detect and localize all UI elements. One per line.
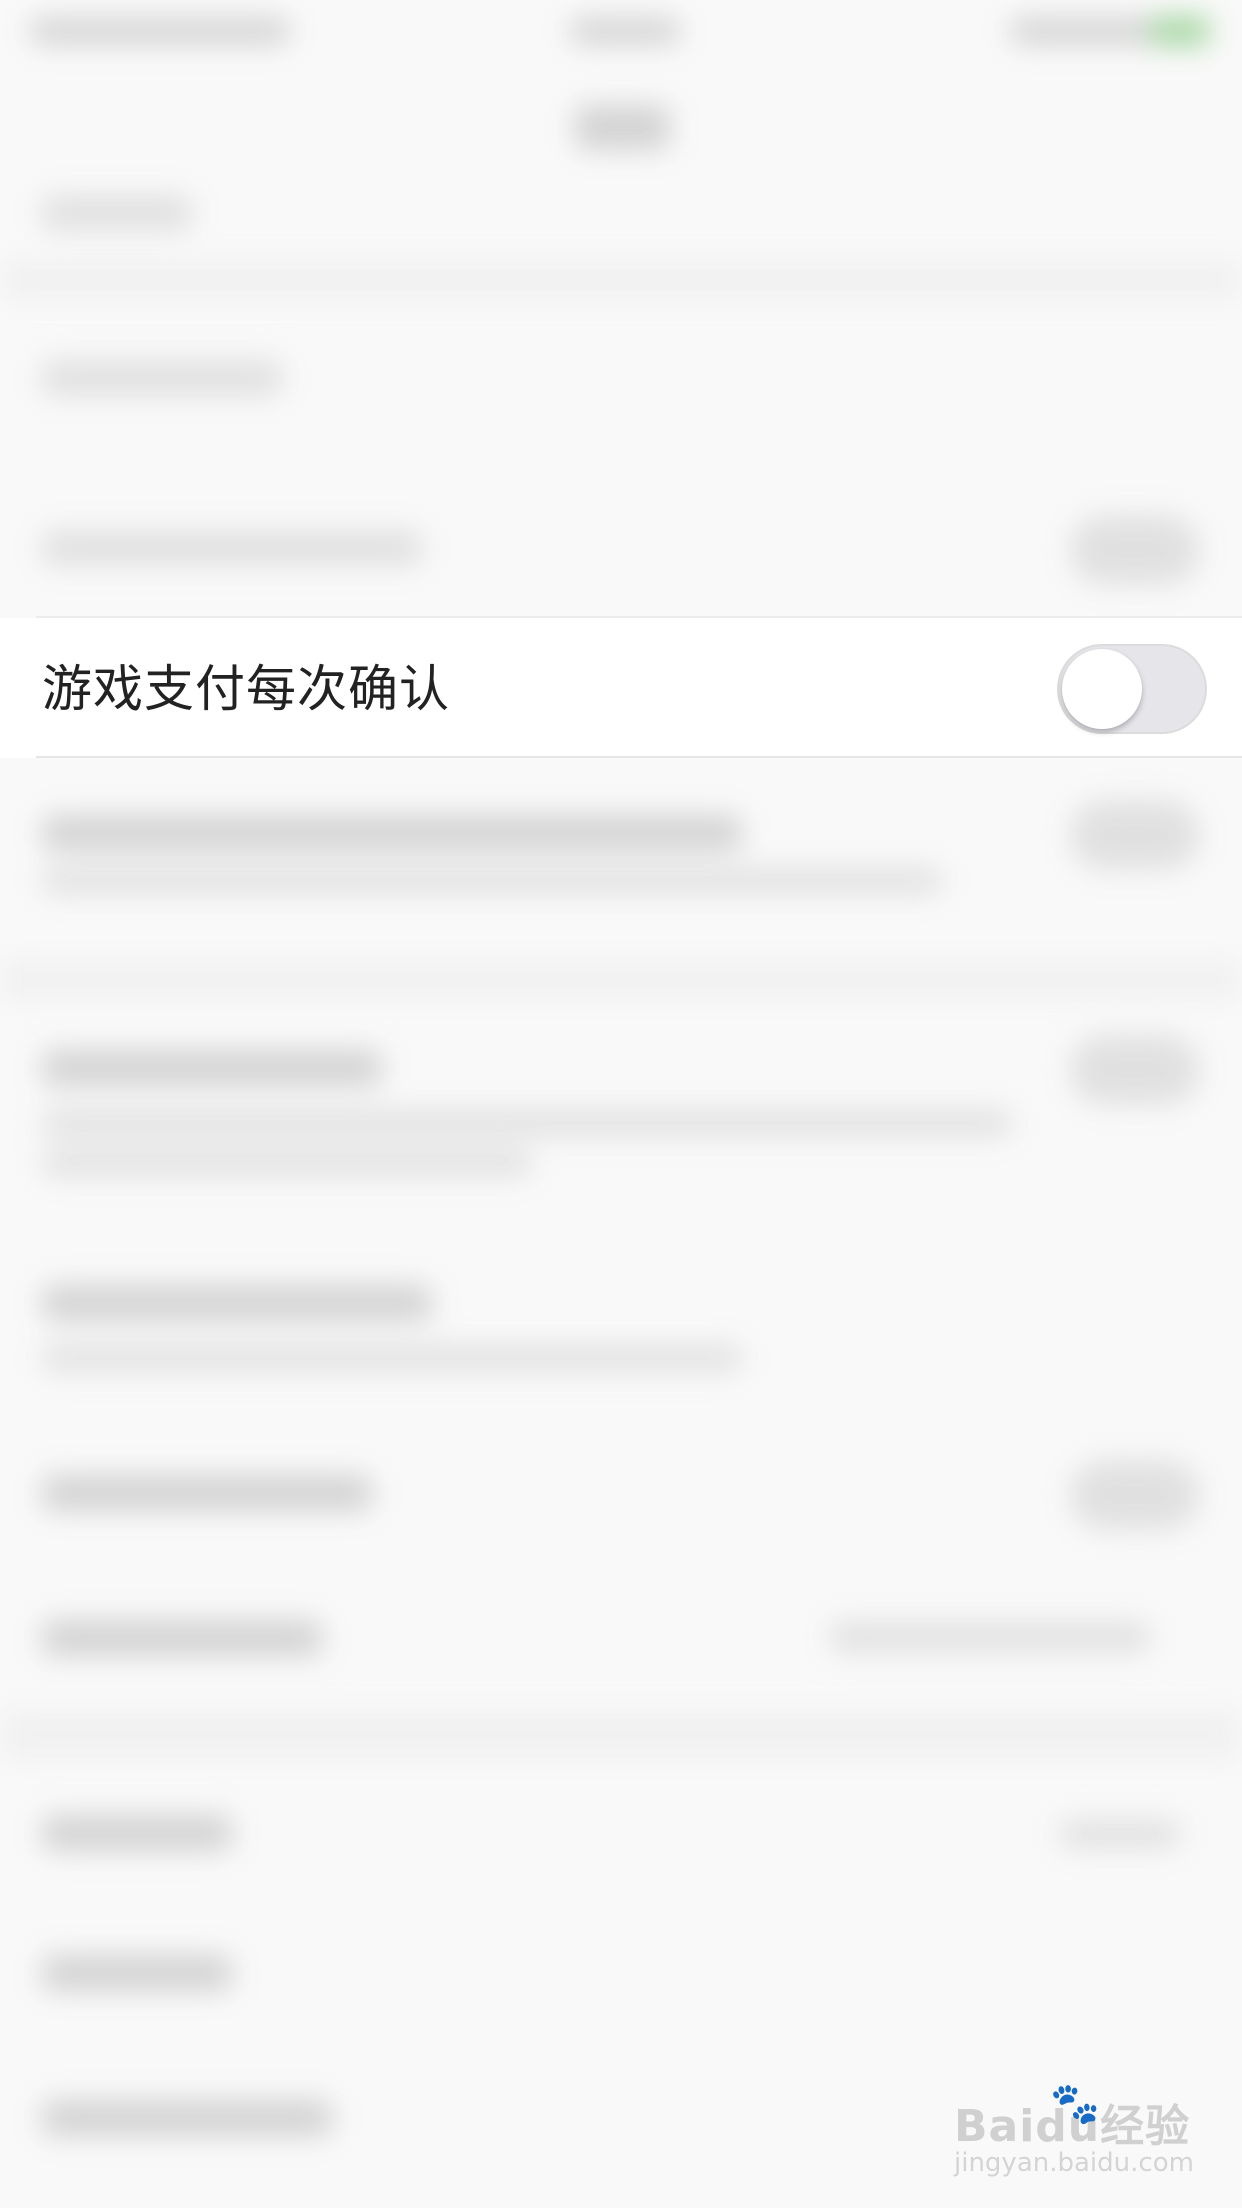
row-6-toggle bbox=[1070, 1035, 1200, 1105]
watermark-url: jingyan.baidu.com bbox=[954, 2148, 1194, 2178]
section-gap bbox=[0, 260, 1242, 300]
nav-title bbox=[575, 105, 670, 150]
row-11-label bbox=[42, 1955, 232, 1991]
row-10-label bbox=[42, 1815, 232, 1851]
baidu-jingyan-watermark: Baidu经验 🐾 jingyan.baidu.com bbox=[950, 2080, 1210, 2190]
row-3-label bbox=[42, 530, 422, 566]
row-6-label bbox=[42, 1050, 382, 1086]
row-6-desc-2 bbox=[42, 1150, 532, 1176]
toggle-knob bbox=[1062, 649, 1142, 729]
settings-screen: 游戏支付每次确认 Baidu经验 🐾 jingyan.baidu.com bbox=[0, 0, 1242, 2208]
row-8-label bbox=[42, 1475, 372, 1511]
row-5-label bbox=[42, 815, 742, 851]
row-bottom-divider bbox=[36, 756, 1242, 758]
row-9-label bbox=[42, 1620, 322, 1656]
status-bar-right bbox=[1010, 18, 1160, 44]
game-payment-confirm-toggle[interactable] bbox=[1057, 644, 1207, 734]
game-payment-confirm-row: 游戏支付每次确认 bbox=[0, 618, 1242, 758]
row-10-value bbox=[1060, 1820, 1180, 1848]
row-1-label bbox=[42, 195, 192, 231]
row-5-desc bbox=[42, 868, 942, 894]
battery-icon bbox=[1150, 16, 1210, 46]
row-3-toggle bbox=[1070, 515, 1200, 585]
row-7-label bbox=[42, 1285, 432, 1321]
row-12-label bbox=[42, 2100, 332, 2136]
blurred-background bbox=[0, 0, 1242, 2208]
paw-icon: 🐾 bbox=[1050, 2081, 1100, 2127]
section-gap-3 bbox=[0, 1710, 1242, 1760]
status-bar-time bbox=[570, 18, 680, 44]
row-6-desc bbox=[42, 1110, 1012, 1136]
row-5-toggle bbox=[1070, 800, 1200, 870]
section-gap-2 bbox=[0, 960, 1242, 1000]
row-8-toggle bbox=[1070, 1460, 1200, 1530]
row-9-value bbox=[830, 1622, 1150, 1652]
row-2-label bbox=[42, 360, 282, 396]
status-bar-left bbox=[30, 18, 290, 44]
row-7-desc bbox=[42, 1345, 742, 1371]
game-payment-confirm-label: 游戏支付每次确认 bbox=[42, 660, 450, 718]
